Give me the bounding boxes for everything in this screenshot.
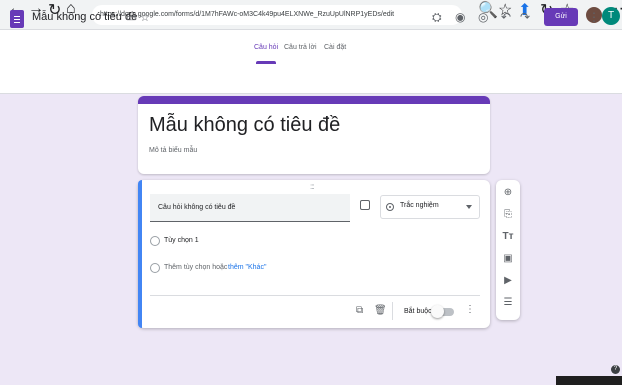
taskbar-fragment	[556, 376, 622, 385]
palette-icon[interactable]: ⛭	[432, 9, 442, 25]
preview-eye-icon[interactable]: ◎	[478, 9, 488, 25]
delete-icon[interactable]: 🗑	[374, 305, 387, 317]
question-title-text: Câu hỏi không có tiêu đề	[158, 204, 236, 211]
option-radio	[150, 236, 160, 246]
avatar[interactable]: T	[602, 7, 620, 25]
add-title-icon[interactable]: Tт	[501, 230, 515, 244]
question-active-indicator	[138, 180, 142, 328]
tab-responses[interactable]: Câu trả lời	[284, 44, 317, 51]
footer-separator	[392, 302, 393, 320]
question-more-icon[interactable]: ⋮	[465, 304, 475, 315]
required-label: Bắt buộc	[404, 308, 432, 315]
help-icon[interactable]: ?	[611, 365, 620, 374]
chevron-down-icon	[466, 205, 472, 209]
document-title[interactable]: Mẫu không có tiêu đề	[32, 11, 137, 23]
more-vert-icon[interactable]: ⋮	[588, 9, 600, 25]
send-button[interactable]: Gửi	[544, 8, 578, 26]
import-questions-icon[interactable]: ⎘	[501, 208, 515, 222]
multiple-choice-icon	[386, 203, 394, 211]
question-type-label: Trắc nghiệm	[400, 202, 439, 209]
add-question-icon[interactable]: ⊕	[501, 186, 515, 200]
forms-logo-icon[interactable]	[10, 10, 24, 28]
folder-icon[interactable]: ▭	[126, 11, 136, 25]
option-radio	[150, 263, 160, 273]
add-image-icon[interactable]: ▣	[501, 252, 515, 266]
forms-header	[0, 30, 622, 94]
add-video-icon[interactable]: ▶	[501, 274, 515, 288]
form-description[interactable]: Mô tả biểu mẫu	[149, 147, 197, 154]
form-title[interactable]: Mẫu không có tiêu đề	[149, 114, 340, 137]
drag-handle-icon[interactable]: :::	[310, 182, 315, 191]
customize-icon[interactable]: ◉	[455, 9, 465, 25]
add-option-link[interactable]: Thêm tùy chọn hoặc	[164, 264, 227, 271]
tab-questions[interactable]: Câu hỏi	[254, 44, 278, 51]
undo-icon[interactable]: ↶	[501, 9, 511, 25]
active-tab-indicator	[256, 61, 276, 64]
add-image-icon[interactable]	[360, 200, 370, 210]
duplicate-icon[interactable]: ⧉	[356, 305, 363, 317]
add-section-icon[interactable]: ☰	[501, 296, 515, 310]
required-toggle-knob[interactable]	[431, 305, 444, 318]
star-icon[interactable]: ☆	[140, 11, 150, 25]
tab-settings[interactable]: Cài đặt	[324, 44, 346, 51]
add-other-link[interactable]: thêm "Khác"	[228, 264, 266, 271]
option-1-label[interactable]: Tùy chọn 1	[164, 237, 199, 244]
card-footer-divider	[150, 295, 480, 296]
redo-icon[interactable]: ↷	[520, 9, 530, 25]
